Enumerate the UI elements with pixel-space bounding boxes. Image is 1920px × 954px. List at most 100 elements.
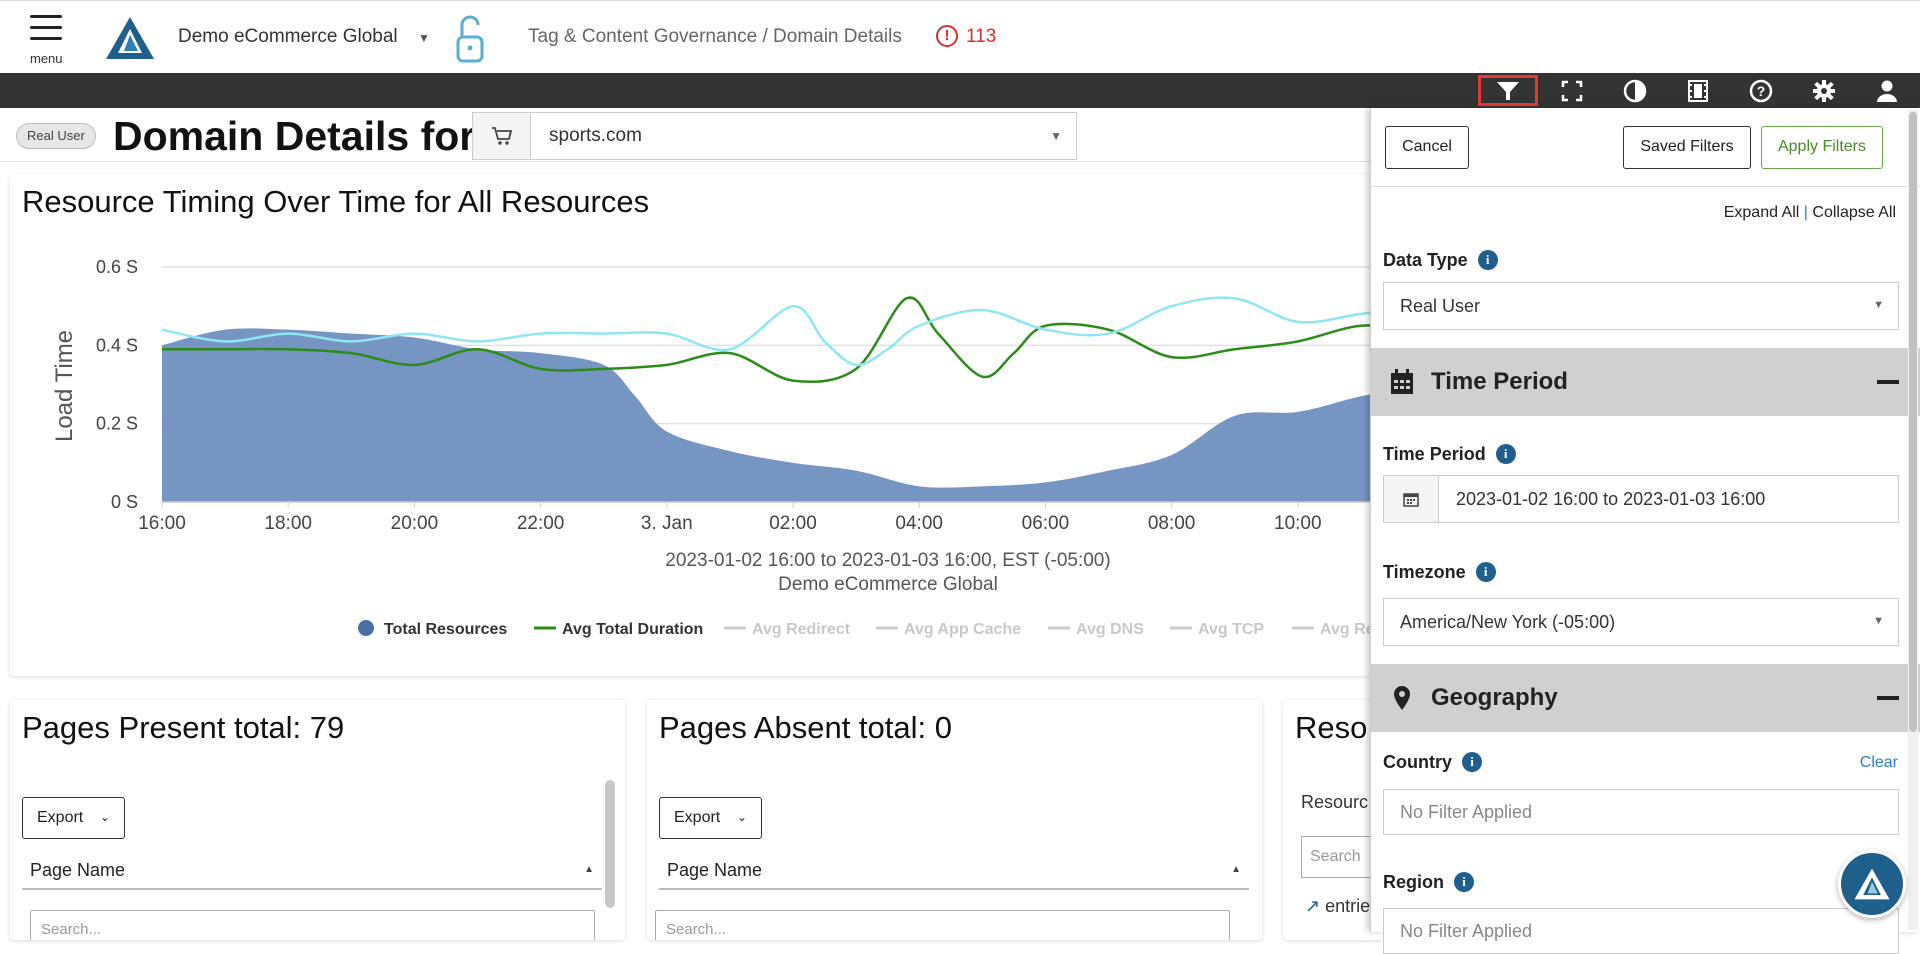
geography-section-header[interactable]: Geography (1371, 664, 1920, 732)
data-type-badge: Real User (16, 123, 96, 149)
x-tick-label: 04:00 (895, 513, 943, 534)
y-tick-label: 0.4 S (96, 335, 138, 355)
svg-text:?: ? (1757, 83, 1766, 99)
legend-item[interactable]: Avg Red (1320, 621, 1370, 638)
legend-item[interactable]: Avg DNS (1076, 621, 1144, 638)
country-input[interactable]: No Filter Applied (1383, 789, 1899, 835)
chevron-down-icon: ▼ (1050, 129, 1062, 143)
card-title: Pages Present total: 79 (22, 710, 345, 745)
legend-item[interactable]: Avg TCP (1198, 621, 1264, 638)
x-tick-label: 16:00 (138, 513, 186, 534)
chart-subtitle-range: 2023-01-02 16:00 to 2023-01-03 16:00, ES… (665, 550, 1110, 571)
chevron-down-icon: ▼ (1873, 615, 1884, 627)
collapse-icon[interactable] (1877, 380, 1899, 384)
title-divider (0, 161, 1370, 162)
account-dropdown-icon[interactable]: ▼ (418, 31, 430, 45)
company-logo-icon[interactable] (104, 15, 156, 61)
select-value: Real User (1400, 296, 1481, 316)
info-icon[interactable]: i (1454, 872, 1474, 892)
export-button[interactable]: Export ⌄ (22, 797, 125, 839)
timezone-select[interactable]: America/New York (-05:00) ▼ (1383, 598, 1899, 646)
help-chat-button[interactable] (1838, 850, 1906, 918)
pages-present-card: Pages Present total: 79 Export ⌄ Page Nam… (10, 700, 625, 940)
saved-filters-button[interactable]: Saved Filters (1623, 126, 1751, 169)
entries-text: entrie (1325, 896, 1371, 916)
y-tick-label: 0.6 S (96, 257, 138, 277)
contrast-button[interactable] (1605, 75, 1665, 106)
apply-filters-button[interactable]: Apply Filters (1761, 126, 1883, 169)
legend-item[interactable]: Avg App Cache (904, 621, 1021, 638)
legend-item[interactable]: Avg Redirect (752, 621, 851, 638)
x-tick-label: 18:00 (264, 513, 312, 534)
expand-all-link[interactable]: Expand All (1724, 204, 1800, 221)
link-separator: | (1803, 204, 1808, 221)
top-header: menu Demo eCommerce Global ▼ Tag & Conte… (0, 0, 1920, 73)
card-title: Reso (1295, 710, 1368, 745)
fullscreen-button[interactable] (1542, 75, 1602, 106)
label-text: Region (1383, 872, 1444, 892)
page-name-column-header[interactable]: Page Name ▲ (659, 850, 1249, 890)
legend-item[interactable]: Avg Total Duration (562, 621, 703, 638)
cart-icon (473, 113, 531, 159)
divider (1371, 186, 1920, 187)
export-button[interactable]: Export ⌄ (659, 797, 762, 839)
legend-marker-total-resources (358, 620, 374, 636)
export-label: Export (37, 809, 84, 826)
label-text: Time Period (1383, 444, 1486, 464)
collapse-icon[interactable] (1877, 696, 1899, 700)
film-button[interactable] (1668, 75, 1728, 106)
hamburger-icon (30, 15, 62, 18)
search-input[interactable]: Search... (30, 910, 595, 940)
region-input[interactable]: No Filter Applied (1383, 908, 1899, 954)
time-period-input[interactable]: 2023-01-02 16:00 to 2023-01-03 16:00 (1383, 475, 1899, 523)
user-button[interactable] (1857, 75, 1917, 106)
collapse-all-link[interactable]: Collapse All (1812, 204, 1896, 221)
scrollbar-thumb[interactable] (1909, 112, 1917, 732)
help-button[interactable]: ? (1731, 75, 1791, 106)
cancel-button[interactable]: Cancel (1385, 126, 1469, 169)
resources-label: Resourc (1301, 792, 1369, 812)
chevron-down-icon: ⌄ (99, 810, 110, 824)
legend-item[interactable]: Total Resources (384, 621, 507, 638)
x-tick-label: 20:00 (391, 513, 439, 534)
alert-count[interactable]: 113 (966, 26, 996, 48)
series-area-total-resources (162, 328, 1370, 502)
info-icon[interactable]: i (1477, 250, 1498, 270)
data-type-select[interactable]: Real User ▼ (1383, 282, 1899, 330)
x-tick-label: 08:00 (1148, 513, 1196, 534)
y-axis-label: Load Time (51, 330, 78, 442)
info-icon[interactable]: i (1462, 752, 1482, 772)
hamburger-icon-bar (30, 37, 62, 40)
x-tick-label: 3. Jan (641, 513, 693, 534)
alert-icon[interactable]: ! (936, 25, 958, 47)
trend-icon: ↗ (1305, 896, 1321, 916)
domain-select[interactable]: sports.com ▼ (472, 112, 1077, 160)
time-period-section-header[interactable]: Time Period (1371, 348, 1920, 416)
info-icon[interactable]: i (1495, 444, 1516, 464)
time-period-label: Time Period i (1383, 444, 1516, 465)
pages-absent-card: Pages Absent total: 0 Export ⌄ Page Name … (647, 700, 1262, 940)
info-icon[interactable]: i (1475, 562, 1496, 582)
unlock-icon[interactable] (452, 11, 488, 65)
domain-value: sports.com (549, 125, 642, 146)
settings-button[interactable] (1794, 75, 1854, 106)
filter-panel-scrollbar[interactable] (1908, 110, 1918, 930)
resource-timing-chart: 0 S 0.2 S 0.4 S 0.6 S Load Time 16:00 18:00 20:… (51, 257, 1370, 638)
page-name-column-header[interactable]: Page Name ▲ (22, 850, 602, 890)
map-pin-icon (1394, 686, 1410, 710)
sort-asc-icon[interactable]: ▲ (1231, 864, 1241, 875)
search-input[interactable]: Search... (655, 910, 1230, 940)
x-tick-label: 06:00 (1022, 513, 1070, 534)
filter-button[interactable] (1478, 75, 1538, 106)
scrollbar[interactable] (605, 780, 615, 908)
sort-asc-icon[interactable]: ▲ (584, 864, 594, 875)
menu-button[interactable]: menu (28, 15, 64, 67)
expand-collapse-links: Expand All | Collapse All (1724, 204, 1896, 222)
menu-label: menu (30, 51, 63, 66)
export-label: Export (674, 809, 721, 826)
account-name[interactable]: Demo eCommerce Global (178, 26, 398, 48)
resource-timing-chart-card: Resource Timing Over Time for All Resour… (10, 174, 1370, 676)
column-label: Page Name (667, 860, 763, 880)
country-clear-link[interactable]: Clear (1860, 754, 1898, 772)
country-label: Country i (1383, 752, 1482, 773)
